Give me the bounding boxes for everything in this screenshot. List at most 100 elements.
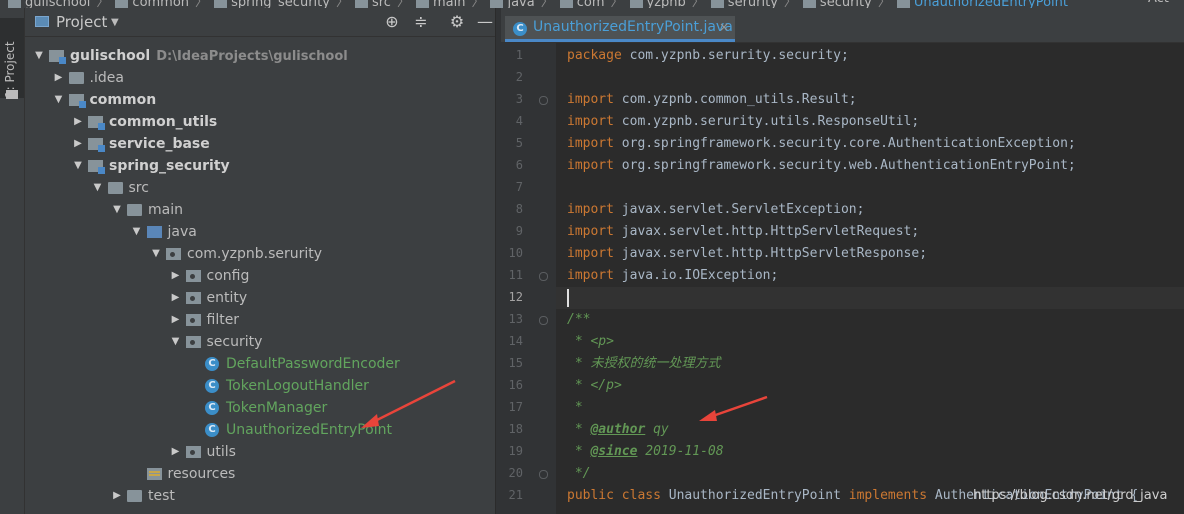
tree-item[interactable]: ▼ com.yzpnb.serurity — [25, 243, 495, 265]
code-text: com.yzpnb.serurity.utils.ResponseUtil; — [613, 114, 920, 129]
line-number: 7 — [515, 180, 523, 194]
chevron-down-icon[interactable]: ▼ — [111, 199, 123, 221]
chevron-right-icon[interactable]: ▶ — [53, 67, 65, 89]
tree-item[interactable]: ▶ service_base — [25, 133, 495, 155]
package-icon — [185, 292, 201, 304]
resources-folder-icon — [146, 468, 162, 480]
toolbar-action-label[interactable]: Act — [1148, 0, 1169, 6]
fold-marker-icon[interactable] — [539, 272, 548, 281]
folder-icon — [802, 0, 816, 8]
tree-item[interactable]: ▶ .idea — [25, 67, 495, 89]
gear-icon[interactable]: ⚙ — [447, 12, 467, 32]
chevron-down-icon[interactable]: ▼ — [111, 17, 119, 28]
code-keyword: import — [567, 268, 614, 283]
code-line: import java.io.IOException; — [567, 265, 778, 287]
line-number: 15 — [508, 356, 523, 370]
chevron-down-icon[interactable]: ▼ — [131, 221, 143, 243]
tree-item[interactable]: ▼ security — [25, 331, 495, 353]
code-text: com.yzpnb.common_utils.Result; — [613, 92, 857, 107]
project-tool-tab[interactable]: 1: Project — [0, 18, 24, 98]
tree-item[interactable]: ▶ config — [25, 265, 495, 287]
folder-icon — [6, 90, 18, 99]
code-keyword: import — [567, 114, 614, 129]
code-editor[interactable]: package com.yzpnb.serurity.security; impo… — [556, 43, 1184, 514]
line-number: 12 — [508, 290, 523, 304]
tree-item[interactable]: ▶ utils — [25, 441, 495, 463]
module-folder-icon — [88, 138, 105, 152]
source-folder-icon — [146, 226, 162, 238]
chevron-right-icon[interactable]: ▶ — [72, 133, 84, 155]
line-number: 11 — [508, 268, 523, 282]
hide-icon[interactable]: — — [475, 12, 495, 32]
folder-icon — [490, 0, 504, 8]
tree-item[interactable]: ▼ common — [25, 89, 495, 111]
code-line: * @since 2019-11-08 — [567, 441, 724, 463]
code-text: UnauthorizedEntryPoint — [660, 488, 849, 503]
chevron-down-icon[interactable]: ▼ — [53, 89, 65, 111]
tree-item[interactable]: ▼ src — [25, 177, 495, 199]
chevron-right-icon[interactable]: ▶ — [72, 111, 84, 133]
tree-item-label: test — [148, 488, 175, 504]
collapse-all-icon[interactable]: ≑ — [411, 12, 431, 32]
line-number: 18 — [508, 422, 523, 436]
chevron-right-icon[interactable]: ▶ — [111, 485, 123, 507]
project-icon — [35, 16, 49, 27]
code-line: import com.yzpnb.common_utils.Result; — [567, 89, 857, 111]
tree-item[interactable]: ▶ test — [25, 485, 495, 507]
close-icon[interactable]: × — [719, 20, 729, 34]
chevron-down-icon[interactable]: ▼ — [92, 177, 104, 199]
tree-item-label: security — [206, 334, 263, 350]
code-line: * 未授权的统一处理方式 — [567, 353, 721, 375]
code-line: * </p> — [567, 375, 622, 397]
module-folder-icon — [49, 50, 66, 64]
folder-icon — [896, 0, 910, 8]
tree-item-label: DefaultPasswordEncoder — [226, 356, 400, 372]
chevron-right-icon[interactable]: ▶ — [170, 441, 182, 463]
chevron-down-icon[interactable]: ▼ — [150, 243, 162, 265]
tree-item[interactable]: ▼ spring_security — [25, 155, 495, 177]
tree-item[interactable]: ▼ gulischool D:\IdeaProjects\gulischool — [25, 45, 495, 67]
tree-item[interactable]: ▶ entity — [25, 287, 495, 309]
code-keyword: import — [567, 92, 614, 107]
fold-marker-icon[interactable] — [539, 470, 548, 479]
tree-item[interactable]: ▶ common_utils — [25, 111, 495, 133]
tree-item[interactable]: ▼ java — [25, 221, 495, 243]
tree-item-label: config — [206, 268, 250, 284]
class-icon: C — [513, 22, 527, 36]
tree-item[interactable]: resources — [25, 463, 495, 485]
folder-icon — [559, 0, 573, 8]
line-number: 13 — [508, 312, 523, 326]
code-comment: * — [567, 444, 591, 459]
chevron-down-icon[interactable]: ▼ — [72, 155, 84, 177]
code-text: org.springframework.security.web.Authent… — [613, 158, 1076, 173]
chevron-right-icon[interactable]: ▶ — [170, 287, 182, 309]
javadoc-tag: @since — [590, 444, 638, 459]
tree-item[interactable]: C DefaultPasswordEncoder — [25, 353, 495, 375]
folder-icon — [629, 0, 643, 8]
locate-icon[interactable]: ⊕ — [382, 12, 402, 32]
line-number: 21 — [508, 488, 523, 502]
editor-tab-active[interactable]: C UnauthorizedEntryPoint.java × — [505, 16, 735, 42]
line-number: 16 — [508, 378, 523, 392]
line-number: 17 — [508, 400, 523, 414]
code-line: /** — [567, 309, 590, 331]
tree-item-label: service_base — [109, 136, 210, 152]
tree-item-label: spring_security — [109, 158, 230, 174]
tree-item[interactable]: ▼ main — [25, 199, 495, 221]
folder-icon — [127, 490, 142, 502]
text-caret — [567, 289, 569, 307]
tree-item[interactable]: ▶ filter — [25, 309, 495, 331]
code-keyword: import — [567, 136, 614, 151]
project-path: D:\IdeaProjects\gulischool — [156, 49, 348, 64]
chevron-right-icon[interactable]: ▶ — [170, 265, 182, 287]
project-panel-title[interactable]: Project — [56, 13, 107, 31]
chevron-down-icon[interactable]: ▼ — [33, 45, 45, 67]
code-text: javax.servlet.http.HttpServletRequest; — [613, 224, 920, 239]
fold-marker-icon[interactable] — [539, 96, 548, 105]
chevron-right-icon[interactable]: ▶ — [170, 309, 182, 331]
fold-marker-icon[interactable] — [539, 316, 548, 325]
package-icon — [185, 314, 201, 326]
chevron-down-icon[interactable]: ▼ — [170, 331, 182, 353]
code-line: */ — [567, 463, 591, 485]
tree-item-label: common_utils — [109, 114, 218, 130]
